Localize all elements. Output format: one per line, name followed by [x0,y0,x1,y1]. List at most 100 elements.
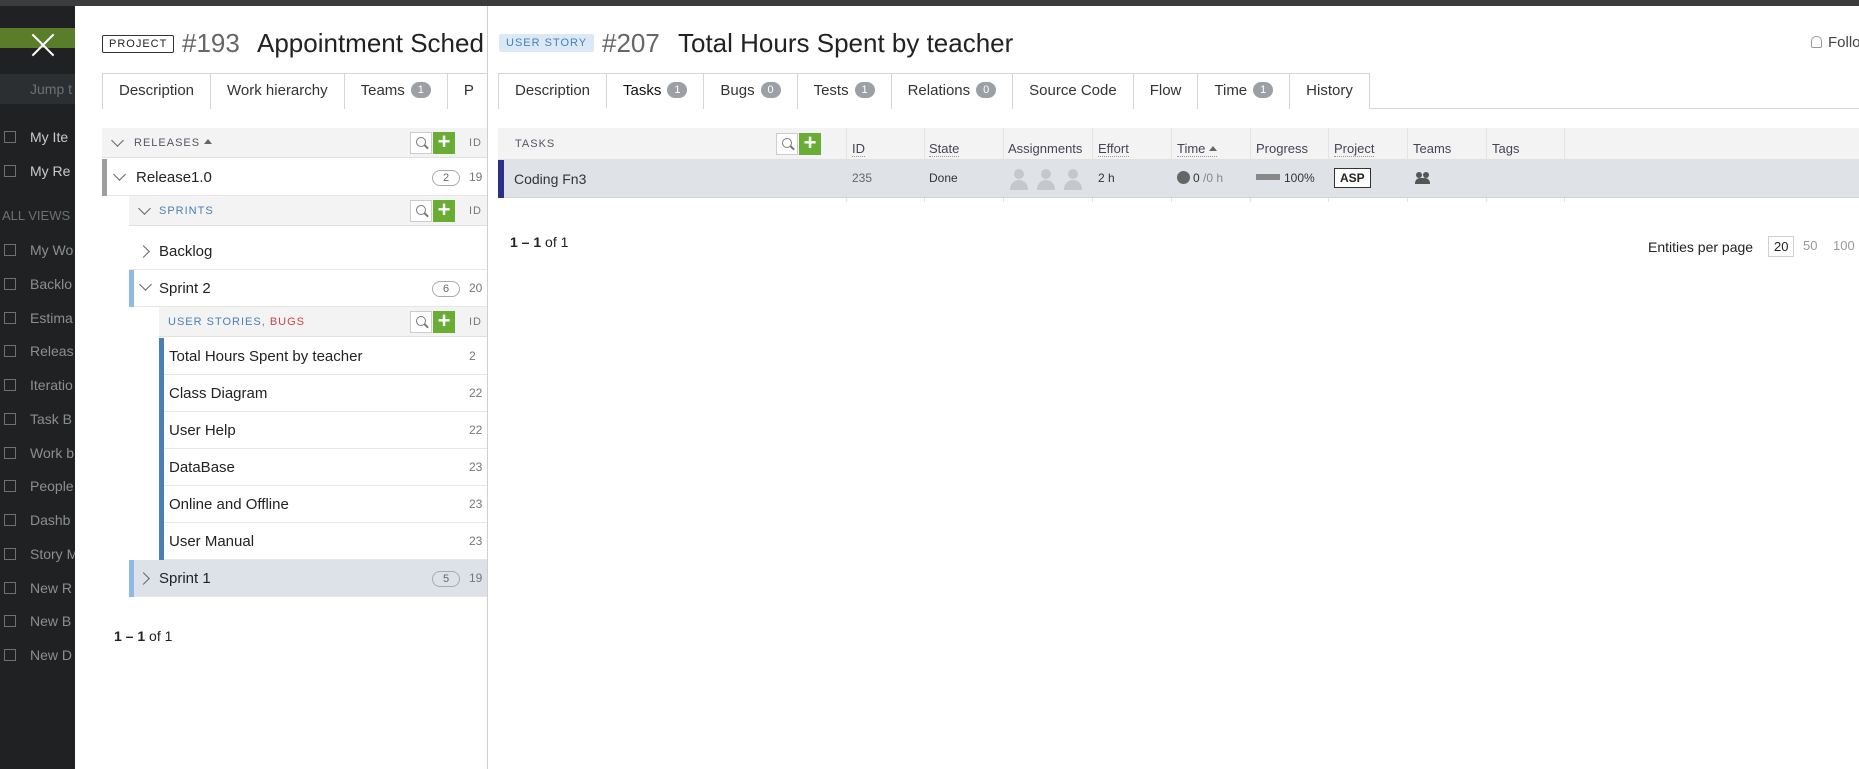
chart-icon [4,582,16,594]
project-badge[interactable]: ASP [1334,168,1371,188]
tab-tasks[interactable]: Tasks 1 [606,73,705,109]
tab-bugs[interactable]: Bugs 0 [703,73,798,109]
teams-icon[interactable] [1415,172,1431,184]
avatar[interactable] [1035,168,1057,190]
nav-item-view[interactable]: Dashb [0,507,75,533]
collapse-icon[interactable] [138,202,151,215]
expand-icon[interactable] [137,572,150,585]
search-icon[interactable] [410,132,432,154]
project-tabs: Description Work hierarchy Teams 1 P [102,73,487,109]
story-id: 23 [469,534,483,548]
table-row[interactable]: Coding Fn3 235 Done 2 h 0 /0 h 100% ASP [498,160,1859,198]
column-time[interactable]: Time [1177,141,1218,157]
nav-item-view[interactable]: Task B [0,406,75,432]
collapse-icon[interactable] [139,278,152,291]
grid-icon [4,480,16,492]
tasks-pager: 1 – 1 of 1 [510,234,569,250]
row-stripe [159,375,164,412]
release-row[interactable]: Release1.0 2 19 [102,159,487,196]
clock-icon [1177,171,1190,184]
list-item[interactable]: Total Hours Spent by teacher 2 [159,338,487,375]
row-stripe [159,412,164,449]
follow-button[interactable]: Follo [1811,34,1859,51]
tab-history[interactable]: History [1289,73,1370,109]
nav-item-view[interactable]: My Wo [0,237,75,263]
nav-item-view[interactable]: Iteratio [0,372,75,398]
close-icon[interactable] [26,28,60,62]
row-stripe [159,486,164,523]
task-time[interactable]: 0 /0 h [1177,171,1223,185]
nav-item-view[interactable]: Estima [0,305,75,331]
list-item[interactable]: DataBase 23 [159,449,487,486]
column-assignments[interactable]: Assignments [1008,141,1082,156]
tab-description[interactable]: Description [102,73,212,109]
stories-bugs-label[interactable]: USER STORIES, BUGS [168,316,305,328]
column-progress[interactable]: Progress [1256,141,1308,156]
expand-icon[interactable] [137,245,150,258]
nav-item-view[interactable]: New B [0,608,75,634]
tasks-label[interactable]: TASKS [515,138,555,150]
story-name: DataBase [169,459,235,476]
tab-relations[interactable]: Relations 0 [890,73,1014,109]
nav-item-view[interactable]: New D [0,642,75,668]
search-icon[interactable] [410,311,432,333]
column-id[interactable]: ID [852,141,865,157]
sprints-label[interactable]: SPRINTS [159,205,214,217]
avatar[interactable] [1062,168,1084,190]
add-icon[interactable]: + [433,310,455,333]
backlog-row[interactable]: Backlog [129,233,487,270]
jump-to-input[interactable]: Jump t [0,74,75,104]
column-state[interactable]: State [929,141,960,157]
avatar[interactable] [1008,168,1030,190]
nav-item-view[interactable]: Backlo [0,271,75,297]
release-id: 19 [469,170,483,184]
add-icon[interactable]: + [433,131,455,154]
column-effort[interactable]: Effort [1098,141,1129,157]
project-id: #193 [182,28,240,58]
nav-item-view[interactable]: People [0,473,75,499]
list-item[interactable]: User Help 22 [159,412,487,449]
tab-teams[interactable]: Teams 1 [343,73,448,109]
nav-my-items[interactable]: My Ite [0,124,75,150]
nav-item-view[interactable]: Releas [0,338,75,364]
add-icon[interactable]: + [799,132,821,155]
task-name[interactable]: Coding Fn3 [514,171,586,187]
page-size-option[interactable]: 50 [1798,236,1822,255]
sprints-header: SPRINTS + ID [129,196,487,226]
tab-p[interactable]: P [446,73,487,109]
releases-label[interactable]: RELEASES [134,137,213,149]
sprint-row[interactable]: Sprint 2 6 20 [129,270,487,307]
list-item[interactable]: Class Diagram 22 [159,375,487,412]
list-item[interactable]: Online and Offline 23 [159,486,487,523]
page-size-option[interactable]: 20 [1768,236,1795,257]
count-badge: 0 [760,82,781,98]
search-icon[interactable] [410,200,432,222]
nav-my-requests[interactable]: My Re [0,158,75,184]
releases-header: RELEASES + ID [102,128,487,158]
sprint-row[interactable]: Sprint 1 5 19 [129,560,487,597]
stories-header: USER STORIES, BUGS + ID [159,307,487,337]
search-icon[interactable] [776,133,798,155]
column-project[interactable]: Project [1334,141,1375,157]
task-effort[interactable]: 2 h [1098,171,1115,185]
column-tags[interactable]: Tags [1492,141,1519,156]
tab-source-code[interactable]: Source Code [1012,73,1134,109]
nav-item-view[interactable]: Story M [0,541,75,567]
add-icon[interactable]: + [433,199,455,222]
collapse-icon[interactable] [111,134,124,147]
nav-item-view[interactable]: Work b [0,440,75,466]
collapse-icon[interactable] [113,168,126,181]
list-item[interactable]: User Manual 23 [159,523,487,560]
tab-work-hierarchy[interactable]: Work hierarchy [210,73,345,109]
task-state[interactable]: Done [929,171,958,185]
tab-tests[interactable]: Tests 1 [796,73,892,109]
story-id: 22 [469,386,483,400]
nav-item-view[interactable]: New R [0,575,75,601]
tab-time[interactable]: Time 1 [1197,73,1291,109]
tab-description[interactable]: Description [498,73,608,109]
column-teams[interactable]: Teams [1413,141,1451,156]
release-count: 2 [432,170,460,186]
page-size-option[interactable]: 100 [1828,236,1859,255]
tab-flow[interactable]: Flow [1132,73,1199,109]
request-icon [4,165,16,177]
